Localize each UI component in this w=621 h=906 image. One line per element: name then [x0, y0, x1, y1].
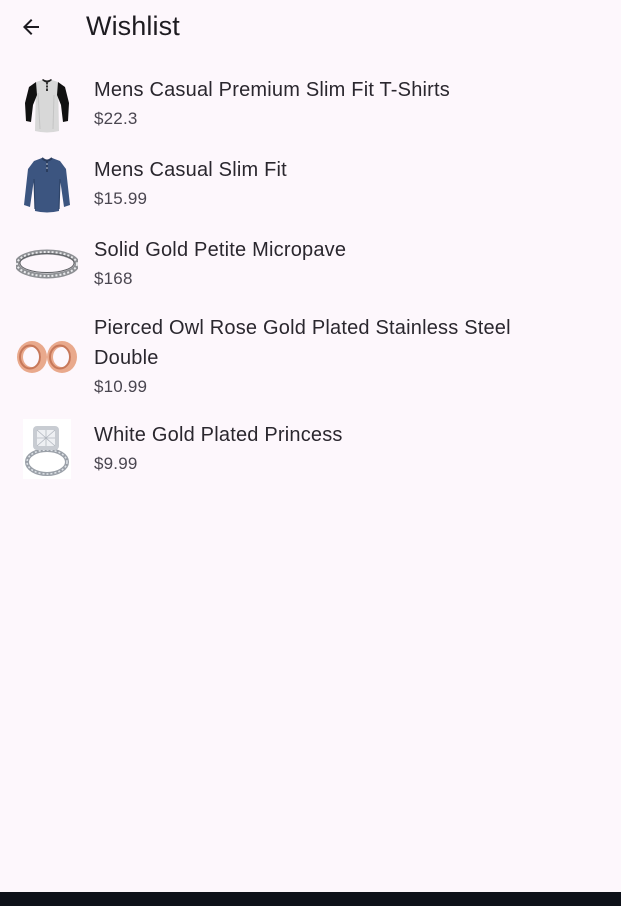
wishlist-item[interactable]: Mens Casual Slim Fit $15.99	[0, 144, 621, 224]
raglan-tshirt-image	[16, 73, 78, 135]
wishlist-item[interactable]: Mens Casual Premium Slim Fit T-Shirts $2…	[0, 64, 621, 144]
item-name: Pierced Owl Rose Gold Plated Stainless S…	[94, 316, 511, 369]
item-price: $22.3	[94, 109, 138, 128]
item-price: $9.99	[94, 454, 138, 473]
diamond-ring-image	[16, 418, 78, 480]
rose-gold-plugs-image	[16, 326, 78, 388]
wishlist-item[interactable]: Solid Gold Petite Micropave $168	[0, 224, 621, 304]
long-sleeve-shirt-image	[16, 153, 78, 215]
wishlist-item[interactable]: White Gold Plated Princess $9.99	[0, 409, 621, 489]
item-name: White Gold Plated Princess	[94, 424, 343, 446]
item-price: $15.99	[94, 189, 148, 208]
wishlist-list: Mens Casual Premium Slim Fit T-Shirts $2…	[0, 64, 621, 489]
item-price: $168	[94, 269, 133, 288]
item-name: Mens Casual Premium Slim Fit T-Shirts	[94, 79, 450, 101]
arrow-back-icon	[19, 15, 43, 39]
item-name: Mens Casual Slim Fit	[94, 159, 287, 181]
app-bar: Wishlist	[0, 0, 621, 54]
back-button[interactable]	[9, 5, 53, 49]
item-name: Solid Gold Petite Micropave	[94, 239, 347, 261]
system-navigation-bar	[0, 892, 621, 906]
bracelet-image	[16, 233, 78, 295]
page-title: Wishlist	[86, 11, 180, 41]
item-price: $10.99	[94, 376, 148, 396]
wishlist-item[interactable]: Pierced Owl Rose Gold Plated Stainless S…	[0, 304, 621, 409]
